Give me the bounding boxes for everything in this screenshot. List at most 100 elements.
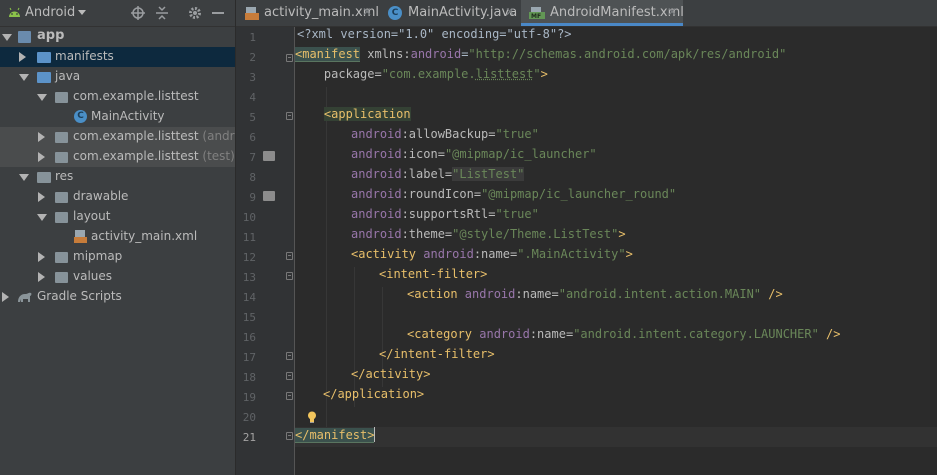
line-number[interactable]: 18 [226, 371, 256, 384]
code-editor[interactable]: <?xml version="1.0" encoding="utf-8"?> <… [295, 27, 937, 475]
line-number[interactable]: 19 [226, 391, 256, 404]
chevron-right-icon[interactable] [38, 192, 45, 202]
chevron-down-icon[interactable] [19, 74, 29, 81]
code-token: :theme= [401, 227, 453, 241]
code-line-8: android:label="ListTest" [295, 167, 937, 187]
lightbulb-icon[interactable] [307, 411, 317, 423]
line-number[interactable]: 4 [226, 91, 256, 104]
code-token: "http://schemas.android.com/apk/res/andr… [468, 47, 787, 61]
line-number[interactable]: 10 [226, 211, 256, 224]
code-token: "android.intent.category.LAUNCHER" [573, 327, 819, 341]
folder-icon [55, 272, 68, 283]
image-icon[interactable] [263, 151, 275, 161]
image-icon[interactable] [263, 191, 275, 201]
tree-item-label: drawable [73, 189, 129, 203]
close-icon[interactable]: ✕ [667, 5, 677, 19]
code-token: /> [818, 327, 841, 341]
tree-item-activity-main-xml[interactable]: activity_main.xml [0, 227, 235, 247]
fold-icon[interactable] [286, 252, 293, 260]
code-line-12: <activity android:name=".MainActivity"> [295, 247, 937, 267]
code-line-6: android:allowBackup="true" [295, 127, 937, 147]
chevron-down-icon[interactable] [2, 34, 12, 41]
line-number[interactable]: 2 [226, 51, 256, 64]
tree-item-values[interactable]: values [0, 267, 235, 287]
code-token: " [533, 67, 541, 81]
code-token: android [410, 47, 462, 61]
chevron-right-icon[interactable] [19, 52, 26, 62]
code-token: android [351, 187, 402, 201]
line-number[interactable]: 20 [226, 411, 256, 424]
chevron-down-icon[interactable] [19, 174, 29, 181]
chevron-down-icon[interactable] [37, 214, 47, 221]
line-number[interactable]: 1 [226, 31, 256, 44]
line-number[interactable]: 6 [226, 131, 256, 144]
tab-activity-main-xml[interactable]: activity_main.xml ✕ [236, 0, 379, 26]
project-view-selector[interactable]: Android [25, 5, 75, 20]
chevron-right-icon[interactable] [38, 252, 45, 262]
tab-androidmanifest-xml[interactable]: MF AndroidManifest.xml ✕ [521, 0, 684, 26]
package-icon [55, 92, 68, 103]
code-line-5: <application [295, 107, 937, 127]
tab-mainactivity-java[interactable]: C MainActivity.java ✕ [379, 0, 520, 26]
tree-item-drawable[interactable]: drawable [0, 187, 235, 207]
code-token: "android.intent.action.MAIN" [558, 287, 762, 301]
tree-item-package-test[interactable]: com.example.listtest (test) [0, 147, 235, 167]
tree-item-package-main[interactable]: com.example.listtest [0, 87, 235, 107]
chevron-right-icon[interactable] [38, 132, 45, 142]
tree-item-layout[interactable]: layout [0, 207, 235, 227]
fold-icon[interactable] [286, 112, 293, 120]
chevron-right-icon[interactable] [38, 272, 45, 282]
fold-icon[interactable] [286, 392, 293, 400]
collapse-all-icon[interactable] [153, 4, 171, 22]
folder-icon [55, 252, 68, 263]
close-icon[interactable]: ✕ [362, 5, 372, 19]
tree-item-package-androidtest[interactable]: com.example.listtest (androidT [0, 127, 235, 147]
line-number[interactable]: 3 [226, 71, 256, 84]
line-number[interactable]: 11 [226, 231, 256, 244]
chevron-down-icon[interactable] [78, 10, 86, 15]
chevron-right-icon[interactable] [38, 152, 45, 162]
locate-icon[interactable] [129, 4, 147, 22]
line-number[interactable]: 17 [226, 351, 256, 364]
line-number[interactable]: 8 [226, 171, 256, 184]
line-number[interactable]: 21 [226, 431, 256, 444]
tree-item-app[interactable]: app [0, 27, 235, 47]
code-token: xmlns: [360, 47, 411, 61]
code-token: android [479, 327, 530, 341]
hide-panel-icon[interactable] [209, 4, 227, 22]
code-token: ".MainActivity" [517, 247, 626, 261]
application-open-tag: <application [323, 107, 411, 121]
gear-icon[interactable] [186, 4, 204, 22]
code-token: android [351, 227, 402, 241]
code-token: "true" [495, 127, 539, 141]
fold-icon[interactable] [286, 272, 293, 280]
chevron-right-icon[interactable] [2, 292, 9, 302]
chevron-down-icon[interactable] [37, 94, 47, 101]
tree-item-label: res [55, 169, 74, 183]
code-line-13: <intent-filter> [295, 267, 937, 287]
line-number[interactable]: 15 [226, 311, 256, 324]
line-number[interactable]: 16 [226, 331, 256, 344]
fold-icon[interactable] [286, 432, 293, 440]
tree-item-manifests[interactable]: manifests [0, 47, 235, 67]
fold-icon[interactable] [286, 372, 293, 380]
android-icon [9, 7, 20, 17]
java-class-icon: C [74, 110, 87, 123]
code-token: /> [761, 287, 783, 301]
line-number[interactable]: 13 [226, 271, 256, 284]
close-icon[interactable]: ✕ [505, 5, 515, 19]
tree-item-gradle-scripts[interactable]: Gradle Scripts [0, 287, 235, 307]
fold-icon[interactable] [286, 54, 293, 62]
line-number[interactable]: 14 [226, 291, 256, 304]
line-number[interactable]: 7 [226, 151, 256, 164]
tree-item-java[interactable]: java [0, 67, 235, 87]
line-number[interactable]: 5 [226, 111, 256, 124]
tree-item-mipmap[interactable]: mipmap [0, 247, 235, 267]
tree-item-mainactivity[interactable]: C MainActivity [0, 107, 235, 127]
fold-icon[interactable] [286, 352, 293, 360]
tree-item-res[interactable]: res [0, 167, 235, 187]
line-number[interactable]: 9 [226, 191, 256, 204]
code-token: </intent-filter> [379, 347, 495, 361]
code-token: <action [407, 287, 465, 301]
line-number[interactable]: 12 [226, 251, 256, 264]
